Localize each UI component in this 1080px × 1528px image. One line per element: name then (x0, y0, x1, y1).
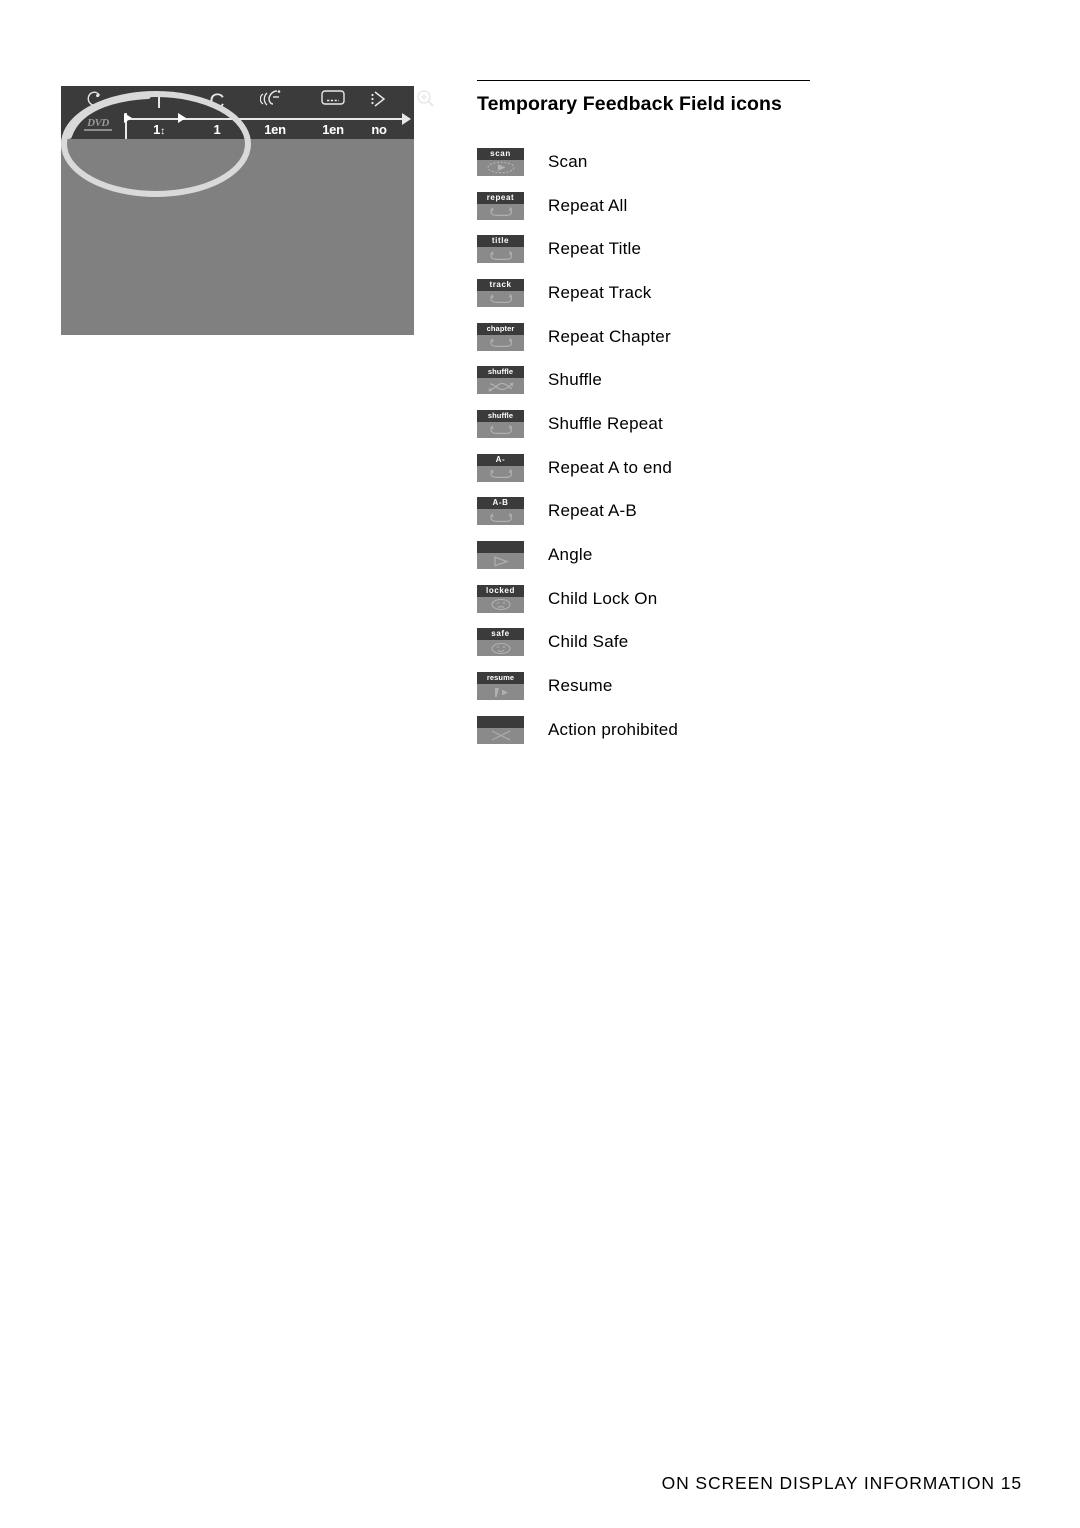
badge-label: chapter (477, 322, 524, 335)
chapter-letter-icon: C (209, 90, 225, 113)
badge-label: shuffle (477, 366, 524, 379)
repeat-loop-icon (477, 204, 524, 220)
badge-label (477, 541, 524, 554)
osd-cell-zoom[interactable]: off (396, 88, 454, 137)
icon-label: Repeat A to end (548, 457, 672, 477)
osd-value-zoom: off (417, 122, 433, 137)
repeat-all-badge: repeat (477, 191, 524, 220)
icon-label: Repeat Chapter (548, 326, 671, 346)
list-item: Action prohibited (477, 708, 1022, 752)
sad-face-icon (477, 597, 524, 613)
cross-prohibited-icon (477, 728, 524, 744)
repeat-chapter-badge: chapter (477, 322, 524, 351)
list-item: track Repeat Track (477, 271, 1022, 315)
angle-badge (477, 541, 524, 570)
pause-play-icon (477, 684, 524, 700)
feedback-icon-list: scan Scan repeat Repeat All title Repeat… (477, 140, 1022, 752)
list-item: scan Scan (477, 140, 1022, 184)
list-item: A- Repeat A to end (477, 446, 1022, 490)
badge-label: repeat (477, 191, 524, 204)
child-safe-badge: safe (477, 628, 524, 657)
dvd-logo-underbar (84, 129, 112, 131)
audio-icon (246, 88, 304, 116)
icon-label: Angle (548, 545, 593, 565)
list-item: shuffle Shuffle (477, 358, 1022, 402)
icon-label: Repeat All (548, 195, 628, 215)
badge-label: resume (477, 672, 524, 685)
badge-label: shuffle (477, 409, 524, 422)
repeat-loop-icon (477, 335, 524, 351)
icon-label: Shuffle Repeat (548, 413, 663, 433)
title-letter-icon: T (152, 90, 166, 113)
action-prohibited-badge (477, 715, 524, 744)
page-footer: ON SCREEN DISPLAY INFORMATION 15 (661, 1473, 1022, 1493)
icon-label: Child Safe (548, 632, 629, 652)
list-item: safe Child Safe (477, 621, 1022, 665)
badge-label: A- (477, 453, 524, 466)
badge-label: track (477, 278, 524, 291)
shuffle-arrows-icon (477, 378, 524, 394)
repeat-a-b-badge: A-B (477, 497, 524, 526)
list-item: locked Child Lock On (477, 577, 1022, 621)
icon-label: Repeat A-B (548, 501, 637, 521)
repeat-loop-icon (477, 466, 524, 482)
osd-value-audio: 1en (264, 122, 286, 137)
resume-badge: resume (477, 672, 524, 701)
badge-label: title (477, 235, 524, 248)
repeat-loop-icon (477, 509, 524, 525)
list-item: chapter Repeat Chapter (477, 315, 1022, 359)
osd-cell-title[interactable]: T 1↕ (130, 88, 188, 137)
scan-play-icon (477, 160, 524, 176)
repeat-loop-icon (477, 422, 524, 438)
list-item: repeat Repeat All (477, 184, 1022, 228)
disc-icon (66, 88, 124, 116)
badge-label: safe (477, 628, 524, 641)
angle-triangle-icon (477, 553, 524, 569)
icon-label: Resume (548, 676, 613, 696)
scan-badge: scan (477, 147, 524, 176)
zoom-icon (396, 88, 454, 116)
shuffle-badge: shuffle (477, 366, 524, 395)
right-column: Temporary Feedback Field icons scan Scan… (477, 80, 1022, 752)
icon-label: Repeat Title (548, 239, 642, 259)
badge-label: scan (477, 147, 524, 160)
repeat-a-to-end-badge: A- (477, 453, 524, 482)
osd-screenshot: DVD T 1↕ C 1 1en 1en no off (61, 86, 434, 335)
icon-label: Child Lock On (548, 588, 658, 608)
list-item: Angle (477, 533, 1022, 577)
title-divider (477, 80, 810, 81)
repeat-title-badge: title (477, 235, 524, 264)
repeat-loop-icon (477, 291, 524, 307)
repeat-track-badge: track (477, 278, 524, 307)
osd-cell-disc[interactable] (66, 88, 124, 122)
list-item: title Repeat Title (477, 227, 1022, 271)
badge-label: locked (477, 584, 524, 597)
child-lock-on-badge: locked (477, 584, 524, 613)
repeat-loop-icon (477, 247, 524, 263)
list-item: A-B Repeat A-B (477, 490, 1022, 534)
icon-label: Action prohibited (548, 719, 679, 739)
happy-face-icon (477, 640, 524, 656)
list-item: shuffle Shuffle Repeat (477, 402, 1022, 446)
osd-menu-bar: DVD T 1↕ C 1 1en 1en no off (61, 86, 434, 139)
shuffle-repeat-badge: shuffle (477, 409, 524, 438)
badge-label: A-B (477, 497, 524, 510)
icon-label: Repeat Track (548, 282, 652, 302)
list-item: resume Resume (477, 664, 1022, 708)
page-title: Temporary Feedback Field icons (477, 93, 782, 115)
osd-cell-chapter[interactable]: C 1 (188, 88, 246, 137)
osd-value-title: 1↕ (153, 122, 165, 137)
icon-label: Shuffle (548, 370, 603, 390)
osd-cell-audio[interactable]: 1en (246, 88, 304, 137)
icon-label: Scan (548, 151, 588, 171)
osd-value-chapter: 1 (213, 122, 221, 137)
badge-label (477, 715, 524, 728)
